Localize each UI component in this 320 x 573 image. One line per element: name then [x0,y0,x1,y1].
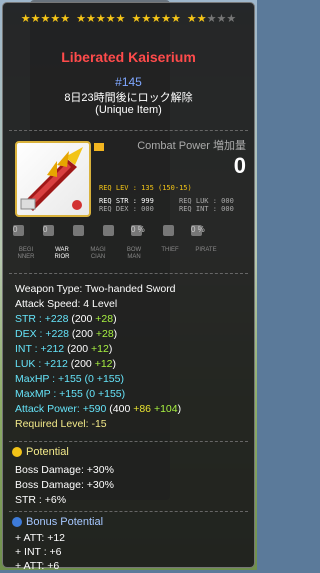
star-icon: ★ [131,13,142,25]
flag-icon [94,143,104,151]
req-int: REQ INT : 000 [179,205,234,213]
job-class-war: WAR RIOR [54,247,70,260]
divider [9,511,248,512]
job-class-pirate: PIRATE [195,247,217,253]
bonus-potential-grade-icon [12,517,22,528]
shield-icon [163,225,174,236]
req-level: REQ LEV : 135 (150-15) [99,184,192,192]
job-class-magi: MAGI CIAN [90,247,106,260]
item-tooltip: ★★★★★ ★★★★★ ★★★★★ ★★★★★ Liberated Kaiserium… [2,2,255,572]
potential-line: Boss Damage: +30% [15,464,114,476]
divider [9,130,248,131]
arrow-icon [103,225,114,236]
stat-maxhp: MaxHP : +155 (0 +155) [15,373,124,385]
star-icon: ★ [196,13,207,25]
job-class-bow: BOW MAN [126,247,142,260]
star-icon: ★ [105,13,116,25]
stat-list: Weapon Type: Two-handed Sword Attack Spe… [15,282,181,432]
bonus-potential-header: Bonus Potential [12,516,103,528]
job-class-begi: BEGI NNER [17,247,35,260]
bonus-potential-lines: + ATT: +12 + INT : +6 + ATT: +6 [15,531,65,573]
item-rank: (Unique Item) [95,104,162,116]
star-icon: ★ [20,13,31,25]
bonus-line: + ATT: +6 [15,560,60,572]
stat-int: INT : +212 (200 +12) [15,343,113,355]
stat-dex: DEX : +228 (200 +28) [15,328,118,340]
potential-header: Potential [12,446,69,458]
potential-grade-icon [12,447,22,458]
required-level: Required Level: -15 [15,418,107,430]
combat-power-label: Combat Power 増加量 [137,140,246,152]
stat-luk: LUK : +212 (200 +12) [15,358,116,370]
attack-speed: Attack Speed: 4 Level [15,298,118,310]
star-icon: ★ [161,13,171,25]
star-icon: ★ [40,13,51,25]
star-icon: ★ [115,13,126,25]
weapon-type: Weapon Type: Two-handed Sword [15,283,176,295]
star-icon: ★ [151,13,162,25]
potential-lines: Boss Damage: +30% Boss Damage: +30% STR … [15,463,114,508]
bonus-line: + ATT: +12 [15,532,66,544]
job-class-thief: THIEF [161,247,179,253]
potential-line: STR : +6% [15,494,67,506]
stat-attack: Attack Power: +590 (400 +86 +104) [15,403,182,415]
stat-maxmp: MaxMP : +155 (0 +155) [15,388,126,400]
star-icon: ★ [141,13,152,25]
star-icon: ★ [86,13,96,25]
star-icon: ★ [30,13,41,25]
icon-value-b: 0 [43,225,48,234]
star-icon: ★ [206,13,217,25]
icon-percent-value: 0 % [131,225,145,234]
combat-power-value: 0 [233,153,246,178]
kaiserium-sword-icon [20,147,83,211]
divider [9,273,248,274]
item-icon-frame [15,141,91,217]
star-icon: ★ [76,13,86,25]
star-icon: ★ [50,13,61,25]
icon-percent-value-2: 0 % [191,225,205,234]
star-icon: ★ [171,13,181,25]
potential-line: Boss Damage: +30% [15,479,114,491]
star-icon: ★ [60,13,71,25]
star-icon: ★ [186,13,197,25]
item-name: Liberated Kaiserium [61,49,196,65]
lock-timer: 8日23時間後にロック解除 [64,92,193,104]
bonus-line: + INT : +6 [15,546,62,558]
req-dex: REQ DEX : 000 [99,205,154,213]
stat-str: STR : +228 (200 +28) [15,313,117,325]
star-icon: ★ [95,13,106,25]
divider [9,441,248,442]
star-icon: ★ [226,13,237,25]
star-force-row: ★★★★★ ★★★★★ ★★★★★ ★★★★★ [3,12,254,25]
scroll-icon [73,225,84,236]
star-icon: ★ [216,13,227,25]
item-number: #145 [115,75,142,89]
icon-value-a: 0 [13,225,18,234]
